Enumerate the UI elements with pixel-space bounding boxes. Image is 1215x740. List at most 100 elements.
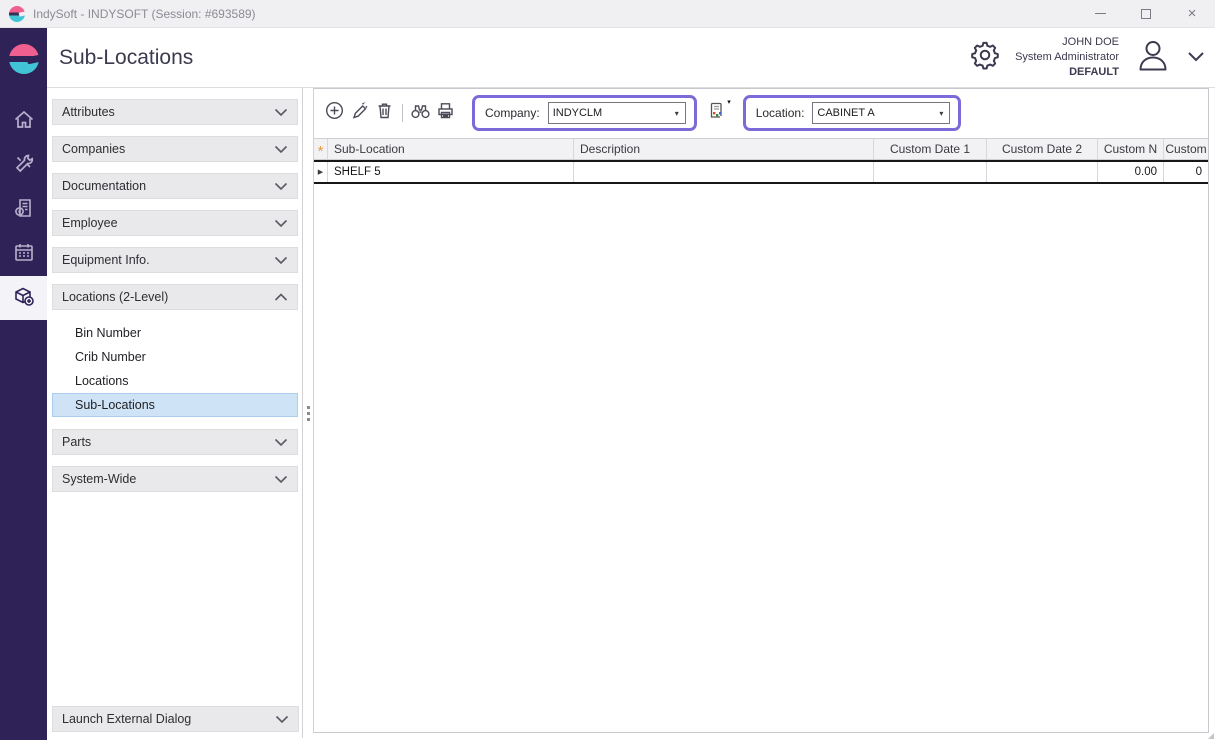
cell-description[interactable] bbox=[574, 162, 874, 182]
user-menu-button[interactable] bbox=[1187, 49, 1205, 67]
user-info: JOHN DOE System Administrator DEFAULT bbox=[1015, 35, 1119, 80]
delete-button[interactable] bbox=[372, 101, 397, 126]
company-dropdown[interactable]: INDYCLM ▾ bbox=[548, 102, 686, 124]
chevron-down-icon bbox=[1187, 49, 1205, 66]
section-documentation[interactable]: Documentation bbox=[52, 173, 298, 199]
window-resize-grip[interactable] bbox=[1208, 733, 1214, 739]
user-profile: DEFAULT bbox=[1015, 65, 1119, 80]
grid-toolbar: Company: INDYCLM ▾ ▾ bbox=[314, 89, 1208, 137]
field-chooser-button[interactable]: ▾ bbox=[705, 101, 729, 125]
company-filter-group: Company: INDYCLM ▾ bbox=[472, 95, 697, 131]
print-button[interactable] bbox=[433, 101, 458, 126]
dropdown-arrow-icon: ▾ bbox=[933, 109, 949, 118]
close-button[interactable]: × bbox=[1169, 0, 1215, 27]
toolbar-separator bbox=[402, 104, 403, 122]
rail-item-invoice[interactable] bbox=[0, 188, 47, 232]
row-indicator: ▶ bbox=[314, 162, 328, 182]
app-header: Sub-Locations JOHN DOE System Administra… bbox=[47, 28, 1215, 88]
cell-custom-n[interactable]: 0.00 bbox=[1098, 162, 1164, 182]
nav-item-sub-locations[interactable]: Sub-Locations bbox=[52, 393, 298, 417]
app-logo-icon bbox=[9, 6, 25, 22]
printer-icon bbox=[436, 101, 455, 125]
find-button[interactable] bbox=[408, 101, 433, 126]
rail-item-home[interactable] bbox=[0, 100, 47, 144]
section-employee[interactable]: Employee bbox=[52, 210, 298, 236]
add-button[interactable] bbox=[322, 101, 347, 126]
company-value: INDYCLM bbox=[549, 107, 669, 119]
column-header-custom-date-1[interactable]: Custom Date 1 bbox=[874, 139, 987, 159]
chevron-down-icon bbox=[274, 145, 288, 154]
column-header-custom-date-2[interactable]: Custom Date 2 bbox=[987, 139, 1098, 159]
indysoft-logo-icon bbox=[9, 44, 39, 74]
section-launch-external-dialog[interactable]: Launch External Dialog bbox=[52, 706, 299, 732]
required-marker-icon: * bbox=[318, 149, 324, 155]
cell-custom[interactable]: 0 bbox=[1164, 162, 1208, 182]
cell-sub-location[interactable]: SHELF 5 bbox=[328, 162, 574, 182]
add-icon bbox=[325, 101, 344, 125]
sub-locations-grid: * Sub-Location Description Custom Date 1… bbox=[314, 138, 1208, 184]
section-attributes[interactable]: Attributes bbox=[52, 99, 298, 125]
settings-button[interactable] bbox=[969, 39, 1001, 76]
chevron-down-icon bbox=[274, 182, 288, 191]
panel-splitter[interactable] bbox=[303, 88, 313, 738]
avatar-icon bbox=[1133, 62, 1173, 79]
location-value: CABINET A bbox=[813, 107, 933, 119]
chevron-down-icon bbox=[274, 219, 288, 228]
icon-rail bbox=[0, 28, 47, 740]
section-companies[interactable]: Companies bbox=[52, 136, 298, 162]
avatar[interactable] bbox=[1133, 35, 1173, 80]
location-dropdown[interactable]: CABINET A ▾ bbox=[812, 102, 950, 124]
chevron-down-icon bbox=[274, 256, 288, 265]
nav-item-crib-number[interactable]: Crib Number bbox=[52, 345, 298, 369]
window-controls: × bbox=[1077, 0, 1215, 27]
table-row[interactable]: ▶ SHELF 5 0.00 0 bbox=[314, 160, 1208, 184]
chevron-down-icon bbox=[274, 475, 288, 484]
column-header-custom-n[interactable]: Custom N bbox=[1098, 139, 1164, 159]
rail-item-sublocations[interactable] bbox=[0, 276, 47, 320]
edit-pen-icon bbox=[350, 101, 369, 125]
maximize-button[interactable] bbox=[1123, 0, 1169, 27]
maximize-icon bbox=[1141, 9, 1151, 19]
cell-custom-date-1[interactable] bbox=[874, 162, 987, 182]
cell-custom-date-2[interactable] bbox=[987, 162, 1098, 182]
locations-items: Bin Number Crib Number Locations Sub-Loc… bbox=[52, 321, 298, 417]
rail-item-tools[interactable] bbox=[0, 144, 47, 188]
chevron-down-icon bbox=[274, 108, 288, 117]
edit-button[interactable] bbox=[347, 101, 372, 126]
column-header-custom[interactable]: Custom bbox=[1164, 139, 1208, 159]
section-parts[interactable]: Parts bbox=[52, 429, 298, 455]
binoculars-icon bbox=[410, 101, 431, 125]
section-system-wide[interactable]: System-Wide bbox=[52, 466, 298, 492]
chooser-dropdown-arrow-icon: ▾ bbox=[727, 98, 731, 106]
field-chooser-icon bbox=[707, 101, 726, 125]
tools-icon bbox=[13, 153, 35, 180]
titlebar: IndySoft - INDYSOFT (Session: #693589) × bbox=[0, 0, 1215, 28]
company-label: Company: bbox=[485, 106, 540, 120]
window-title: IndySoft - INDYSOFT (Session: #693589) bbox=[33, 7, 256, 21]
nav-item-bin-number[interactable]: Bin Number bbox=[52, 321, 298, 345]
minimize-button[interactable] bbox=[1077, 0, 1123, 27]
location-filter-group: Location: CABINET A ▾ bbox=[743, 95, 962, 131]
user-role: System Administrator bbox=[1015, 50, 1119, 65]
grid-marker-header: * bbox=[314, 139, 328, 159]
section-equipment-info[interactable]: Equipment Info. bbox=[52, 247, 298, 273]
section-locations-2-level[interactable]: Locations (2-Level) bbox=[52, 284, 298, 310]
location-label: Location: bbox=[756, 106, 805, 120]
trash-icon bbox=[375, 101, 394, 125]
panel-footer: Launch External Dialog bbox=[52, 706, 299, 732]
navigation-panel: Attributes Companies Documentation Emplo… bbox=[47, 88, 303, 738]
nav-item-locations[interactable]: Locations bbox=[52, 369, 298, 393]
chevron-down-icon bbox=[274, 438, 288, 447]
column-header-description[interactable]: Description bbox=[574, 139, 874, 159]
row-arrow-icon: ▶ bbox=[318, 168, 323, 176]
grid-header-row: * Sub-Location Description Custom Date 1… bbox=[314, 138, 1208, 160]
invoice-icon bbox=[13, 197, 35, 224]
chevron-up-icon bbox=[274, 293, 288, 302]
page-title: Sub-Locations bbox=[59, 46, 193, 70]
rail-item-calendar[interactable] bbox=[0, 232, 47, 276]
chevron-down-icon bbox=[275, 715, 289, 724]
minimize-icon bbox=[1095, 13, 1106, 14]
calendar-icon bbox=[13, 241, 35, 268]
header-right-cluster: JOHN DOE System Administrator DEFAULT bbox=[969, 35, 1215, 80]
column-header-sub-location[interactable]: Sub-Location bbox=[328, 139, 574, 159]
